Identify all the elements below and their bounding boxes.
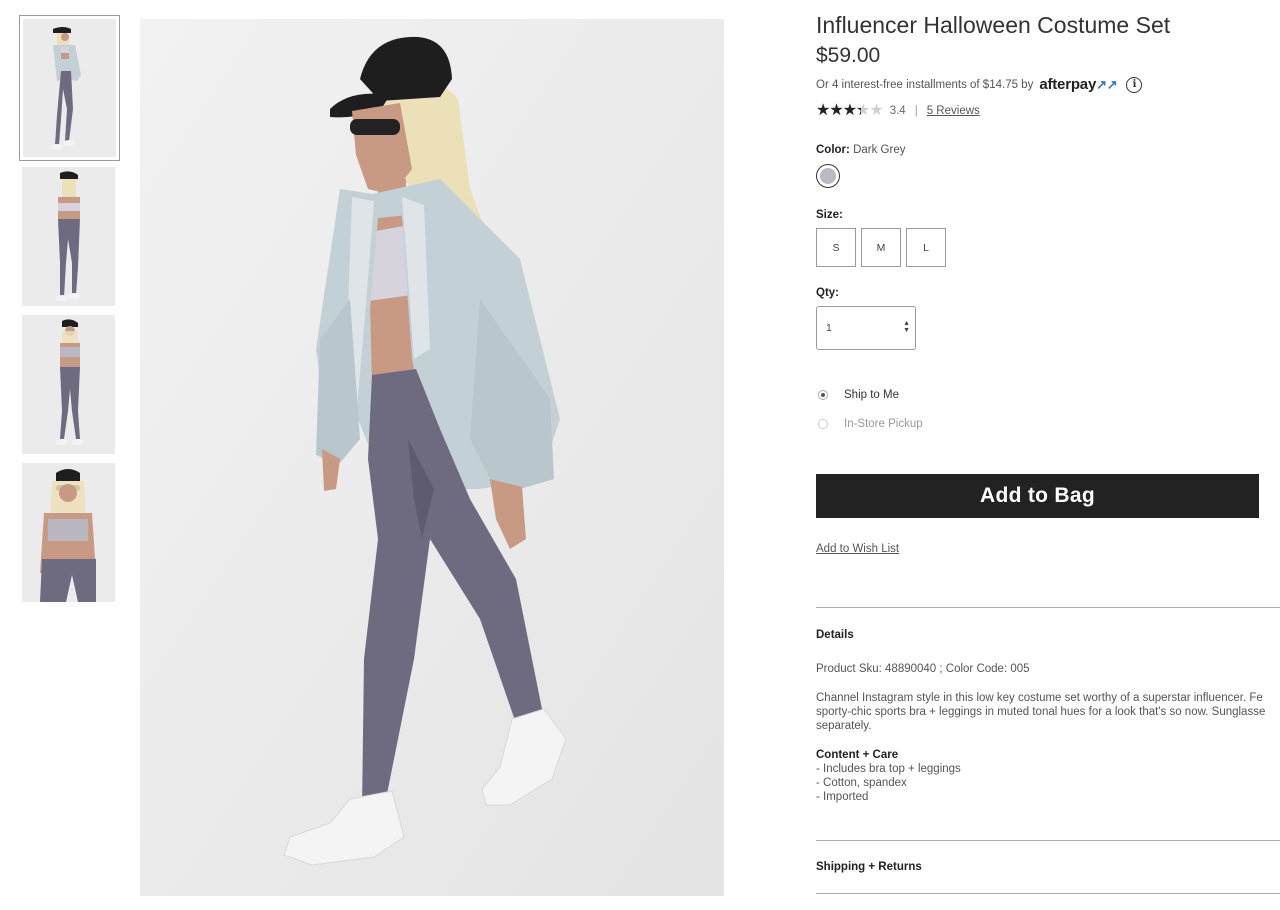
star-rating-icon: ★★★★★★★★★★ (816, 102, 884, 119)
description-line: separately. (816, 720, 872, 732)
product-sku: Product Sku: 48890040 ; Color Code: 005 (816, 663, 1030, 675)
ship-to-me-label: Ship to Me (844, 389, 899, 401)
afterpay-installments: Or 4 interest-free installments of $14.7… (816, 76, 1143, 93)
ship-to-me-option[interactable]: Ship to Me (816, 389, 899, 401)
info-icon[interactable]: i (1126, 76, 1143, 93)
thumbnail-1[interactable] (19, 15, 120, 161)
qty-label: Qty: (816, 287, 839, 299)
thumbnail-1-image (23, 19, 116, 157)
product-price: $59.00 (816, 44, 881, 67)
content-item: - Includes bra top + leggings (816, 763, 961, 775)
add-to-wish-list-link[interactable]: Add to Wish List (816, 543, 899, 555)
product-info-panel: Influencer Halloween Costume Set $59.00 … (816, 0, 1280, 910)
shipping-returns-heading[interactable]: Shipping + Returns (816, 861, 922, 873)
rating-row: ★★★★★★★★★★ 3.4 | 5 Reviews (816, 103, 980, 119)
divider (816, 840, 1280, 841)
in-store-pickup-option[interactable]: In-Store Pickup (816, 418, 923, 430)
add-to-bag-button[interactable]: Add to Bag (816, 474, 1259, 518)
thumbnail-2-image (22, 167, 115, 306)
content-item: - Imported (816, 791, 869, 803)
reviews-link[interactable]: 5 Reviews (927, 105, 980, 117)
afterpay-logo: afterpay↗↗ (1039, 76, 1117, 93)
qty-value: 1 (826, 322, 832, 334)
size-m-button[interactable]: M (861, 228, 901, 267)
radio-unselected-icon (818, 419, 828, 429)
color-value: Dark Grey (853, 144, 906, 156)
divider (816, 893, 1280, 894)
details-heading[interactable]: Details (816, 629, 854, 641)
content-item: - Cotton, spandex (816, 777, 907, 789)
thumbnail-4[interactable] (22, 463, 115, 602)
thumbnail-4-image (22, 463, 115, 602)
updown-arrows-icon: ▲ ▼ (903, 320, 910, 334)
product-title: Influencer Halloween Costume Set (816, 12, 1171, 38)
in-store-pickup-label: In-Store Pickup (844, 418, 923, 430)
description-line: sporty-chic sports bra + leggings in mut… (816, 706, 1266, 718)
size-options: S M L (816, 228, 946, 267)
rating-value: 3.4 (889, 105, 906, 117)
radio-selected-icon (818, 390, 828, 400)
swatch-fill (820, 168, 836, 184)
thumbnail-2[interactable] (22, 167, 115, 306)
divider (816, 607, 1280, 608)
thumbnail-3-image (22, 315, 115, 454)
description-line: Channel Instagram style in this low key … (816, 692, 1263, 704)
main-product-image[interactable] (140, 19, 724, 896)
content-care-heading: Content + Care (816, 749, 899, 761)
color-label: Color: (816, 144, 850, 156)
size-label: Size: (816, 209, 843, 221)
afterpay-brand: afterpay (1039, 76, 1097, 93)
afterpay-text: Or 4 interest-free installments of $14.7… (816, 78, 1034, 91)
afterpay-mark-icon: ↗↗ (1096, 77, 1118, 92)
size-s-button[interactable]: S (816, 228, 856, 267)
color-swatch-dark-grey[interactable] (816, 164, 840, 188)
content-care: Content + Care - Includes bra top + legg… (816, 748, 961, 804)
qty-select[interactable]: 1 ▲ ▼ (816, 306, 916, 350)
model-photo (140, 19, 724, 896)
size-l-button[interactable]: L (906, 228, 946, 267)
thumbnail-3[interactable] (22, 315, 115, 454)
rating-separator: | (914, 105, 918, 117)
product-description: Channel Instagram style in this low key … (816, 691, 1280, 733)
color-row: Color: Dark Grey (816, 144, 905, 156)
